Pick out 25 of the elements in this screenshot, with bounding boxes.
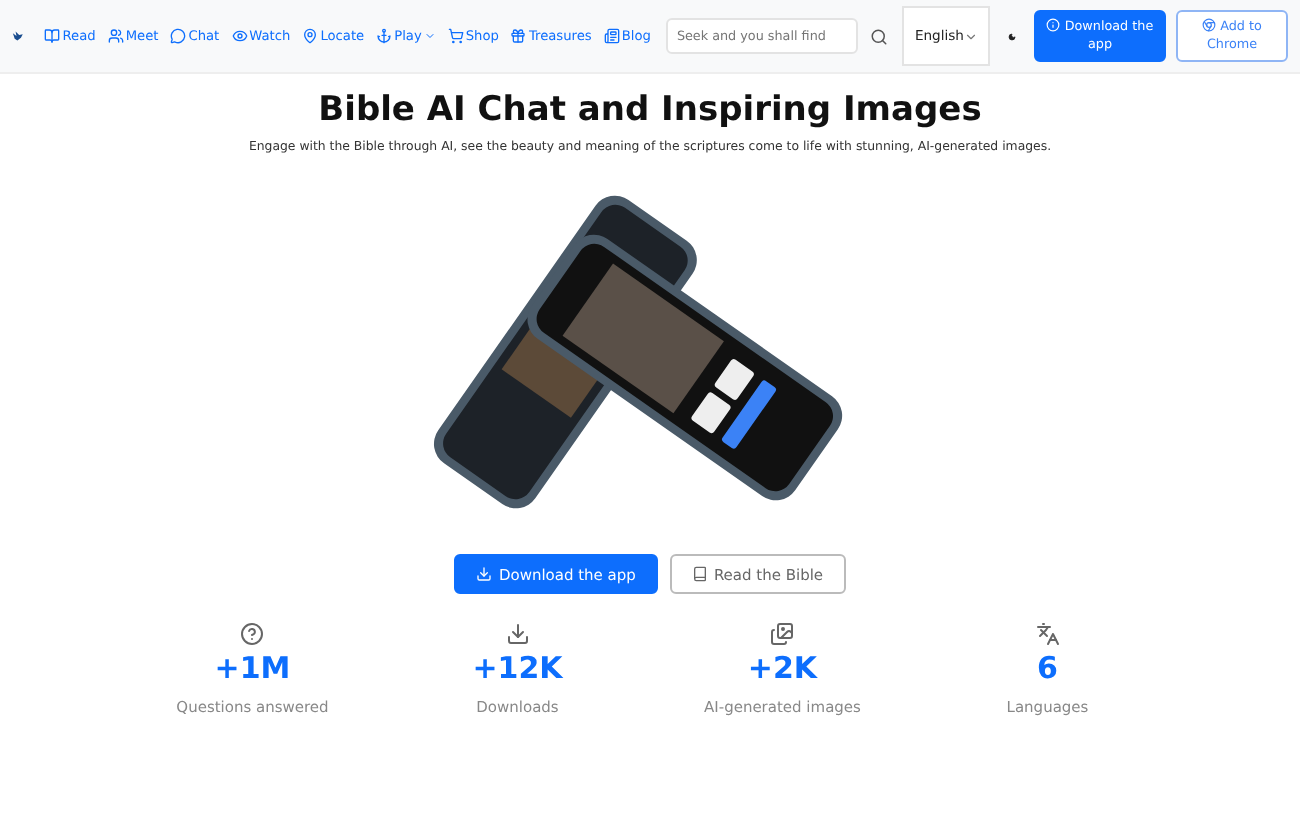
newspaper-icon [603,28,620,44]
book-icon [44,28,61,44]
stat-value: +1M [214,650,291,686]
eye-icon [231,28,248,44]
pin-icon [302,28,319,44]
book-icon [691,566,708,582]
hero-title: Bible AI Chat and Inspiring Images [318,90,982,130]
chevron-down-icon [963,29,978,43]
translate-icon [1035,622,1060,646]
download-icon [505,622,530,646]
search-icon[interactable] [870,27,889,45]
stat-value: +2K [747,650,818,686]
moon-icon[interactable] [1007,27,1016,45]
cart-icon [447,28,464,44]
gift-icon [510,28,527,44]
info-icon [1046,18,1061,33]
anchor-icon [376,28,393,44]
chrome-icon [1202,18,1217,33]
question-icon [240,622,265,646]
images-icon [770,622,795,646]
people-icon [107,28,124,44]
download-icon [476,566,493,582]
chat-bubble-icon [170,28,187,44]
stat-value: 6 [1037,650,1058,686]
stat-value: +12K [472,650,563,686]
